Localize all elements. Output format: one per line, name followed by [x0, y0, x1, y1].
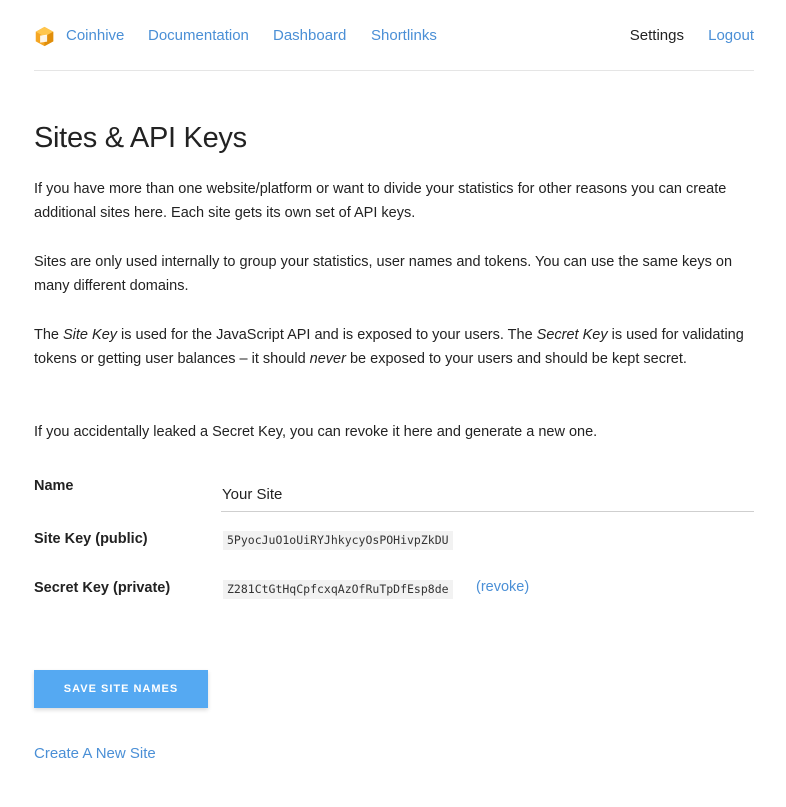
nav-documentation-link[interactable]: Documentation	[148, 27, 249, 45]
name-label: Name	[34, 478, 74, 494]
create-new-site-link[interactable]: Create A New Site	[34, 745, 156, 762]
nav-logout-link[interactable]: Logout	[708, 27, 754, 45]
site-key-label: Site Key (public)	[34, 531, 148, 547]
secret-key-label: Secret Key (private)	[34, 580, 171, 596]
page-container: Coinhive Documentation Dashboard Shortli…	[34, 0, 754, 762]
never-term: never	[309, 351, 346, 367]
nav-shortlinks-link[interactable]: Shortlinks	[371, 27, 437, 45]
nav-brand-link[interactable]: Coinhive	[66, 27, 124, 45]
page-title: Sites & API Keys	[34, 122, 247, 154]
intro-paragraph-3: The Site Key is used for the JavaScript …	[34, 323, 754, 371]
nav-dashboard-link[interactable]: Dashboard	[273, 27, 346, 45]
site-name-input[interactable]	[221, 478, 754, 512]
intro-paragraph-4: If you accidentally leaked a Secret Key,…	[34, 424, 598, 440]
intro-paragraph-1: If you have more than one website/platfo…	[34, 181, 727, 221]
nav-settings-link[interactable]: Settings	[630, 27, 684, 45]
secret-key-value: Z281CtGtHqCpfcxqAzOfRuTpDfEsp8de	[223, 580, 453, 599]
cube-logo-icon[interactable]	[34, 26, 55, 47]
intro3-part-b: is used for the JavaScript API and is ex…	[117, 327, 537, 343]
intro3-part-d: be exposed to your users and should be k…	[345, 351, 687, 367]
revoke-link[interactable]: (revoke)	[476, 579, 529, 595]
site-key-term: Site Key	[63, 327, 118, 343]
site-key-value: 5PyocJuO1oUiRYJhkycyOsPOHivpZkDU	[223, 531, 453, 550]
top-nav: Coinhive Documentation Dashboard Shortli…	[34, 0, 754, 71]
save-site-names-button[interactable]: SAVE SITE NAMES	[34, 670, 208, 708]
secret-key-term: Secret Key	[536, 327, 608, 343]
intro-paragraph-2: Sites are only used internally to group …	[34, 254, 733, 294]
intro3-part-a: The	[34, 327, 64, 343]
